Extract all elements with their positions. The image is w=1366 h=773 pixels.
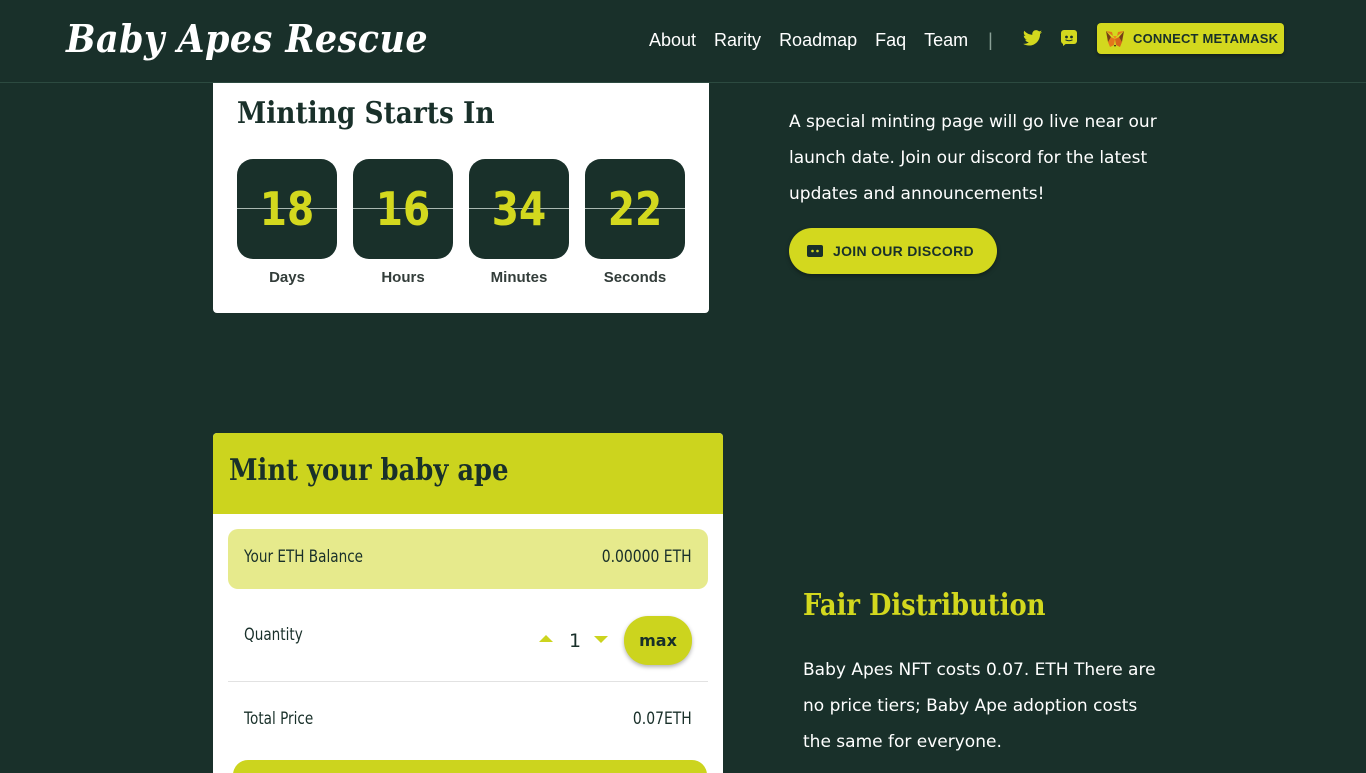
mint-title: Mint your baby ape [229, 453, 509, 488]
nav-separator: | [988, 30, 993, 50]
countdown-minutes-label: Minutes [490, 269, 548, 286]
nav-link-roadmap[interactable]: Roadmap [779, 30, 857, 51]
fair-distribution-title: Fair Distribution [803, 588, 1046, 623]
countdown-minutes-tile: 34 [469, 159, 569, 259]
mint-button[interactable] [233, 760, 707, 773]
countdown-days-value: 18 [259, 182, 315, 236]
total-price-value: 0.07ETH [633, 709, 692, 729]
twitter-icon[interactable] [1021, 28, 1043, 48]
eth-balance-label: Your ETH Balance [244, 547, 364, 567]
mint-card: Mint your baby ape Your ETH Balance 0.00… [213, 433, 723, 773]
total-price-row: Total Price 0.07ETH [228, 683, 708, 759]
site-header: Baby Apes Rescue About Rarity Roadmap Fa… [0, 0, 1366, 83]
eth-balance-row: Your ETH Balance 0.00000 ETH [228, 529, 708, 589]
join-discord-button[interactable]: JOIN OUR DISCORD [789, 228, 997, 274]
countdown-hours-tile: 16 [353, 159, 453, 259]
countdown-seconds-label: Seconds [603, 269, 667, 286]
countdown-title: Minting Starts In [237, 96, 495, 131]
quantity-decrease-icon[interactable] [594, 636, 608, 643]
countdown-days-tile: 18 [237, 159, 337, 259]
connect-metamask-label: CONNECT METAMASK [1133, 31, 1279, 46]
mint-card-header: Mint your baby ape [213, 433, 723, 514]
countdown-seconds-tile: 22 [585, 159, 685, 259]
site-logo[interactable]: Baby Apes Rescue [66, 16, 428, 61]
quantity-value[interactable]: 1 [569, 630, 581, 652]
nav-link-rarity[interactable]: Rarity [714, 30, 761, 51]
total-price-label: Total Price [244, 709, 314, 729]
quantity-row: Quantity 1 max [228, 604, 708, 682]
eth-balance-value: 0.00000 ETH [602, 547, 692, 567]
fair-distribution-text: Baby Apes NFT costs 0.07. ETH There are … [803, 660, 1156, 752]
nav-link-faq[interactable]: Faq [875, 30, 906, 51]
quantity-increase-icon[interactable] [539, 635, 553, 642]
minting-info-text: A special minting page will go live near… [789, 112, 1157, 204]
discord-icon[interactable] [1059, 28, 1079, 48]
quantity-label: Quantity [244, 625, 303, 645]
join-discord-label: JOIN OUR DISCORD [833, 243, 974, 259]
max-button[interactable]: max [624, 616, 692, 665]
connect-metamask-button[interactable]: CONNECT METAMASK [1097, 23, 1284, 54]
countdown-seconds-value: 22 [607, 182, 663, 236]
metamask-fox-icon [1105, 30, 1125, 48]
discord-icon [807, 244, 823, 258]
nav-link-about[interactable]: About [649, 30, 696, 51]
nav-link-team[interactable]: Team [924, 30, 968, 51]
countdown-minutes-value: 34 [491, 182, 547, 236]
countdown-days-label: Days [269, 269, 305, 286]
countdown-hours-label: Hours [381, 269, 425, 286]
countdown-hours-value: 16 [375, 182, 431, 236]
countdown-card: Minting Starts In 18 Days 16 Hours 34 Mi… [213, 70, 709, 313]
main-nav: About Rarity Roadmap Faq Team | [649, 30, 1007, 51]
